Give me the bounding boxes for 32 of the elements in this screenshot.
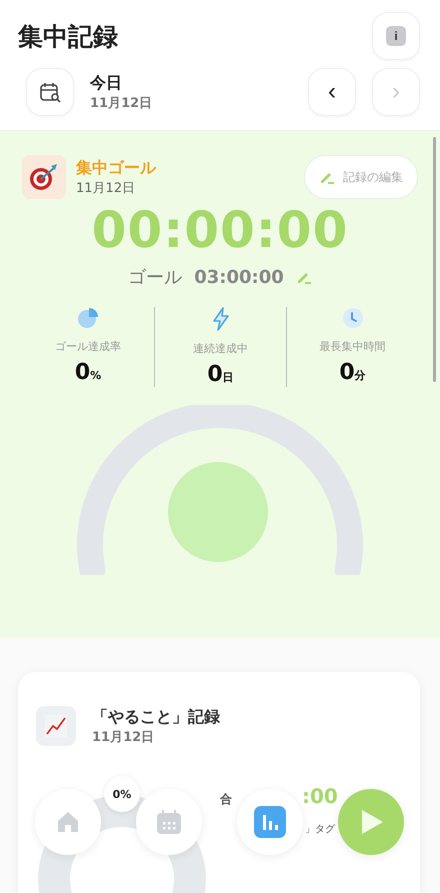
stat-label: 最長集中時間 <box>320 339 386 354</box>
target-icon <box>22 155 66 199</box>
goal-time: 03:00:00 <box>194 266 284 288</box>
total-time: :00 <box>302 784 338 808</box>
stat-label: 連続達成中 <box>193 341 248 356</box>
calendar-icon <box>156 809 182 835</box>
calendar-search-button[interactable] <box>26 68 74 116</box>
total-label: 合 <box>220 791 232 808</box>
bar-chart-icon <box>254 806 286 838</box>
previous-day-button[interactable]: ‹ <box>308 68 356 116</box>
todo-title: 「やること」記録 <box>92 706 221 728</box>
info-button[interactable]: i <box>372 12 420 60</box>
timer-display: 00:00:00 <box>92 201 348 259</box>
calendar-search-icon <box>39 81 61 103</box>
pie-chart-icon <box>77 307 99 329</box>
lightning-icon <box>212 307 230 331</box>
goal-label: ゴール <box>128 266 182 289</box>
stat-value: 0分 <box>339 360 366 385</box>
goal-date: 11月12日 <box>76 180 136 196</box>
percent-badge: 0% <box>104 776 140 812</box>
tag-label: 」タグ <box>305 823 336 836</box>
home-icon <box>56 810 80 834</box>
line-chart-icon <box>36 706 76 746</box>
goal-title: 集中ゴール <box>76 158 158 178</box>
day-label: 今日 <box>90 72 123 94</box>
stat-value: 0% <box>74 360 102 385</box>
page-title: 集中記録 <box>18 20 118 52</box>
clock-icon <box>342 307 364 329</box>
stat-label: ゴール達成率 <box>55 339 121 354</box>
date-label: 11月12日 <box>90 94 154 112</box>
stat-value: 0日 <box>207 362 234 387</box>
todo-date: 11月12日 <box>92 728 156 746</box>
